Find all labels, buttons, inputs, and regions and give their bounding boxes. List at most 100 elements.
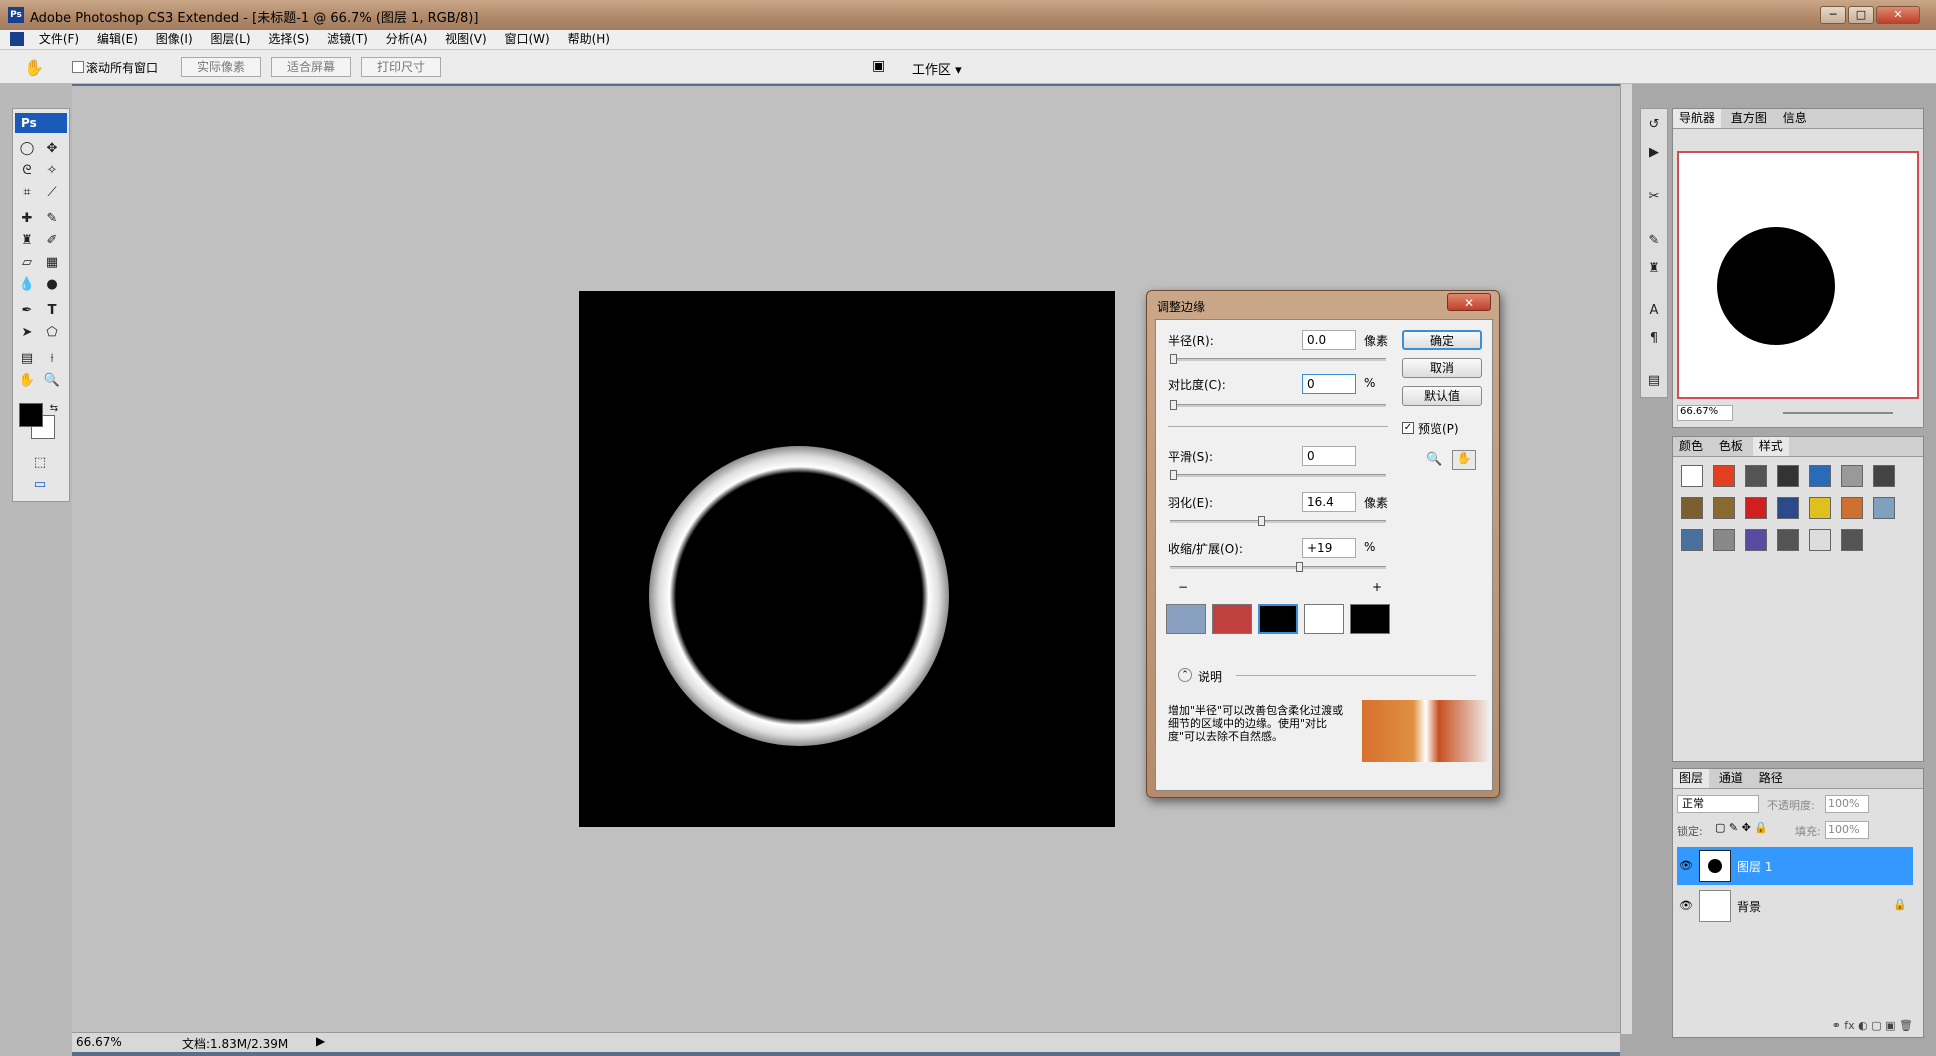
feather-input[interactable]: 16.4 bbox=[1302, 492, 1356, 512]
style-swatch[interactable] bbox=[1809, 529, 1831, 551]
radius-slider-thumb[interactable] bbox=[1170, 354, 1177, 364]
layer-name[interactable]: 背景 bbox=[1737, 898, 1761, 915]
radius-input[interactable]: 0.0 bbox=[1302, 330, 1356, 350]
contract-expand-slider[interactable] bbox=[1170, 566, 1386, 569]
healing-brush-icon[interactable]: ✚ bbox=[16, 209, 38, 229]
marquee-tool-icon[interactable]: ◯ bbox=[16, 139, 38, 159]
screen-mode-icon[interactable]: ▭ bbox=[29, 475, 51, 495]
style-swatch[interactable] bbox=[1745, 497, 1767, 519]
tab-styles[interactable]: 样式 bbox=[1752, 437, 1789, 456]
paragraph-icon[interactable]: ¶ bbox=[1643, 329, 1665, 349]
quick-mask-icon[interactable]: ⬚ bbox=[29, 453, 51, 473]
style-swatch[interactable] bbox=[1713, 529, 1735, 551]
zoom-tool-icon[interactable]: 🔍 bbox=[41, 371, 63, 391]
style-swatch[interactable] bbox=[1809, 465, 1831, 487]
lock-icons[interactable]: ▢ ✎ ✥ 🔒 bbox=[1715, 821, 1768, 834]
style-swatch[interactable] bbox=[1809, 497, 1831, 519]
actual-pixels-button[interactable]: 实际像素 bbox=[181, 57, 261, 77]
style-swatch[interactable] bbox=[1841, 497, 1863, 519]
style-swatch[interactable] bbox=[1745, 529, 1767, 551]
mode-quick-mask-icon[interactable] bbox=[1212, 604, 1252, 634]
type-tool-icon[interactable]: T bbox=[41, 301, 63, 321]
bridge-icon[interactable]: ▣ bbox=[872, 58, 885, 74]
tab-histogram[interactable]: 直方图 bbox=[1725, 109, 1773, 128]
eraser-tool-icon[interactable]: ▱ bbox=[16, 253, 38, 273]
style-swatch[interactable] bbox=[1841, 465, 1863, 487]
layer-actions[interactable]: ⚭ fx ◐ ▢ ▣ 🗑 bbox=[1677, 1019, 1913, 1035]
brushes-icon[interactable]: ✎ bbox=[1643, 231, 1665, 251]
default-button[interactable]: 默认值 bbox=[1402, 386, 1482, 406]
canvas-vertical-scrollbar[interactable] bbox=[1620, 84, 1632, 1034]
collapse-description-icon[interactable]: ⌃ bbox=[1178, 668, 1192, 682]
actions-icon[interactable]: ▶ bbox=[1643, 143, 1665, 163]
mode-on-white-icon[interactable] bbox=[1304, 604, 1344, 634]
tab-navigator[interactable]: 导航器 bbox=[1673, 109, 1722, 128]
tab-channels[interactable]: 通道 bbox=[1713, 769, 1749, 788]
style-swatch[interactable] bbox=[1681, 465, 1703, 487]
shape-tool-icon[interactable]: ⬠ bbox=[41, 323, 63, 343]
mode-on-black-icon[interactable] bbox=[1258, 604, 1298, 634]
workspace-menu[interactable]: 工作区 ▾ bbox=[912, 59, 962, 78]
magic-wand-tool-icon[interactable]: ✧ bbox=[41, 161, 63, 181]
style-swatch[interactable] bbox=[1681, 497, 1703, 519]
menu-layer[interactable]: 图层(L) bbox=[203, 30, 257, 49]
tab-info[interactable]: 信息 bbox=[1777, 109, 1813, 128]
dialog-close-button[interactable]: ✕ bbox=[1447, 293, 1491, 311]
lasso-tool-icon[interactable]: ᘓ bbox=[16, 161, 38, 181]
history-brush-icon[interactable]: ✐ bbox=[41, 231, 63, 251]
maximize-button[interactable]: □ bbox=[1848, 6, 1874, 24]
contract-expand-slider-thumb[interactable] bbox=[1296, 562, 1303, 572]
close-button[interactable]: ✕ bbox=[1876, 6, 1920, 24]
menu-window[interactable]: 窗口(W) bbox=[498, 30, 557, 49]
style-swatch[interactable] bbox=[1777, 529, 1799, 551]
ok-button[interactable]: 确定 bbox=[1402, 330, 1482, 350]
style-swatch[interactable] bbox=[1841, 529, 1863, 551]
zoom-level[interactable]: 66.67% bbox=[76, 1035, 122, 1049]
menu-image[interactable]: 图像(I) bbox=[149, 30, 200, 49]
opacity-input[interactable]: 100% bbox=[1825, 795, 1869, 813]
navigator-zoom[interactable]: 66.67% bbox=[1677, 405, 1733, 421]
navigator-preview[interactable] bbox=[1677, 151, 1919, 399]
hand-tool-icon[interactable]: ✋ bbox=[16, 371, 38, 391]
style-swatch[interactable] bbox=[1745, 465, 1767, 487]
tab-layers[interactable]: 图层 bbox=[1673, 769, 1710, 788]
navigator-zoom-slider[interactable] bbox=[1783, 412, 1893, 414]
history-icon[interactable]: ↺ bbox=[1643, 115, 1665, 135]
menu-file[interactable]: 文件(F) bbox=[32, 30, 86, 49]
clone-source-icon[interactable]: ♜ bbox=[1643, 259, 1665, 279]
notes-tool-icon[interactable]: ▤ bbox=[16, 349, 38, 369]
fit-screen-button[interactable]: 适合屏幕 bbox=[271, 57, 351, 77]
layer-comps-icon[interactable]: ▤ bbox=[1643, 371, 1665, 391]
mode-standard-icon[interactable] bbox=[1166, 604, 1206, 634]
style-swatch[interactable] bbox=[1713, 497, 1735, 519]
blend-mode-select[interactable]: 正常 bbox=[1677, 795, 1759, 813]
style-swatch[interactable] bbox=[1713, 465, 1735, 487]
zoom-icon[interactable]: 🔍 bbox=[1426, 452, 1442, 467]
gradient-tool-icon[interactable]: ▦ bbox=[41, 253, 63, 273]
blur-tool-icon[interactable]: 💧 bbox=[16, 275, 38, 295]
menu-analysis[interactable]: 分析(A) bbox=[379, 30, 435, 49]
move-tool-icon[interactable]: ✥ bbox=[41, 139, 63, 159]
character-icon[interactable]: A bbox=[1643, 301, 1665, 321]
tab-color[interactable]: 颜色 bbox=[1673, 437, 1709, 456]
dodge-tool-icon[interactable]: ● bbox=[41, 275, 63, 295]
crop-tool-icon[interactable]: ⌗ bbox=[16, 183, 38, 203]
minimize-button[interactable]: ─ bbox=[1820, 6, 1846, 24]
feather-slider-thumb[interactable] bbox=[1258, 516, 1265, 526]
clone-stamp-icon[interactable]: ♜ bbox=[16, 231, 38, 251]
swap-colors-icon[interactable]: ⇆ bbox=[43, 399, 65, 419]
menu-edit[interactable]: 编辑(E) bbox=[90, 30, 145, 49]
cancel-button[interactable]: 取消 bbox=[1402, 358, 1482, 378]
smooth-slider[interactable] bbox=[1170, 474, 1386, 477]
menu-filter[interactable]: 滤镜(T) bbox=[320, 30, 375, 49]
style-swatch[interactable] bbox=[1873, 465, 1895, 487]
mode-mask-icon[interactable] bbox=[1350, 604, 1390, 634]
smooth-slider-thumb[interactable] bbox=[1170, 470, 1177, 480]
slice-tool-icon[interactable]: ⟋ bbox=[41, 183, 63, 203]
tab-swatches[interactable]: 色板 bbox=[1713, 437, 1749, 456]
tool-presets-icon[interactable]: ✂ bbox=[1643, 187, 1665, 207]
layer-name[interactable]: 图层 1 bbox=[1737, 858, 1772, 875]
visibility-eye-icon[interactable]: 👁 bbox=[1679, 859, 1693, 872]
style-swatch[interactable] bbox=[1873, 497, 1895, 519]
style-swatch[interactable] bbox=[1777, 497, 1799, 519]
